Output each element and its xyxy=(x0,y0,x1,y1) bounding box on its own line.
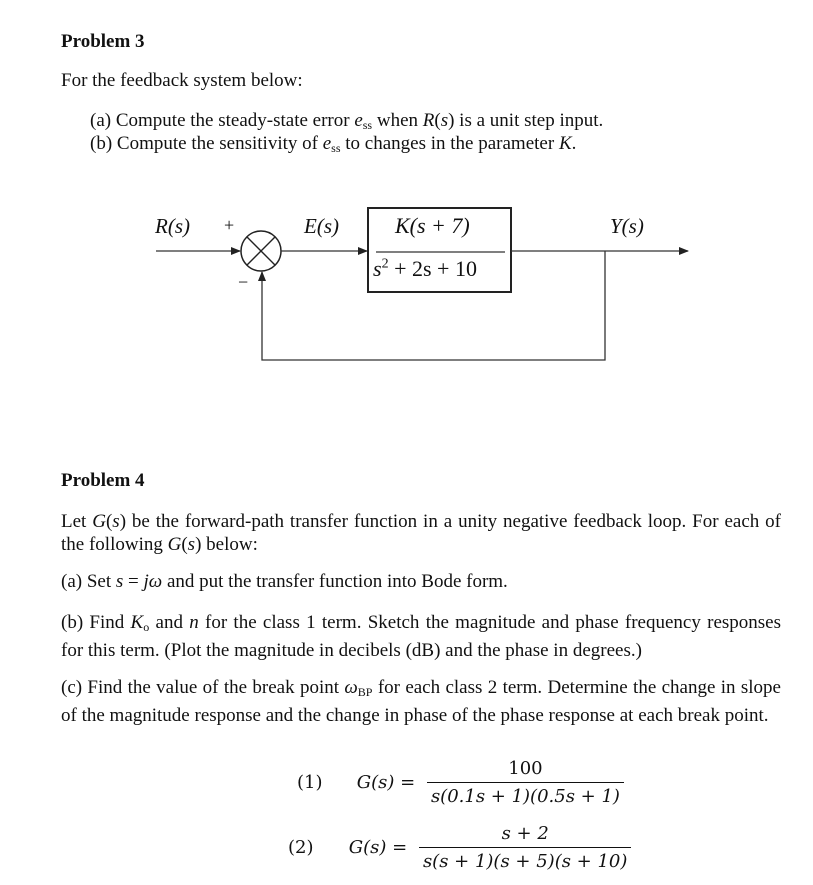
output-label: Y(s) xyxy=(610,214,644,238)
part-text: when xyxy=(372,110,423,131)
error-subscript: ss xyxy=(331,141,341,155)
equation-1: (1) G(s) = 100 s(0.1s + 1)(0.5s + 1) xyxy=(297,758,624,807)
s-variable: s xyxy=(440,110,449,131)
equation-2: (2) G(s) = s + 2 s(s + 1)(s + 5)(s + 10) xyxy=(288,823,632,872)
problem-3-heading: Problem 3 xyxy=(61,31,145,52)
equation-numerator: s + 2 xyxy=(501,823,549,844)
equation-label: (1) xyxy=(297,772,323,793)
block-denominator: s2 + 2s + 10 xyxy=(373,256,477,281)
equation-numerator: 100 xyxy=(508,758,543,779)
problem-4-intro: Let G(s) be the forward-path transfer fu… xyxy=(61,511,781,555)
equation-fraction: 100 s(0.1s + 1)(0.5s + 1) xyxy=(426,758,624,807)
error-variable: e xyxy=(322,133,332,154)
period: . xyxy=(571,133,577,154)
equation-lhs: G(s) = xyxy=(356,772,416,793)
error-label: E(s) xyxy=(304,214,339,238)
input-label: R(s) xyxy=(155,214,190,238)
equation-lhs: G(s) = xyxy=(348,837,408,858)
part-label: (a) xyxy=(90,110,112,131)
problem-4-heading: Problem 4 xyxy=(61,470,145,491)
plus-sign: + xyxy=(224,215,235,235)
error-subscript: ss xyxy=(362,118,373,132)
gain-variable: K xyxy=(558,133,572,154)
equation-denominator: s(s + 1)(s + 5)(s + 10) xyxy=(418,847,632,872)
problem-3-part-b: (b) Compute the sensitivity of ess to ch… xyxy=(90,133,576,156)
problem-3-part-a: (a) Compute the steady-state error ess w… xyxy=(90,110,603,133)
error-variable: e xyxy=(354,110,363,131)
problem-3-intro: For the feedback system below: xyxy=(61,70,303,91)
problem-4-part-a: (a) Set s = jω and put the transfer func… xyxy=(61,571,508,592)
problem-4-part-c: (c) Find the value of the break point ωB… xyxy=(61,677,781,726)
equation-label: (2) xyxy=(288,837,314,858)
minus-sign: − xyxy=(238,272,249,292)
feedback-block-diagram: R(s) + − E(s) Y(s) K(s + 7) s2 + 2s + 10 xyxy=(140,195,700,370)
part-text: Compute the steady-state error xyxy=(115,110,355,131)
equation-fraction: s + 2 s(s + 1)(s + 5)(s + 10) xyxy=(418,823,632,872)
part-label: (b) xyxy=(90,133,113,154)
part-text: ) is a unit step input. xyxy=(448,110,604,131)
part-text: to changes in the parameter xyxy=(340,133,559,154)
problem-4-part-b: (b) Find Ko and n for the class 1 term. … xyxy=(61,612,781,661)
summing-junction xyxy=(240,230,282,272)
equation-denominator: s(0.1s + 1)(0.5s + 1) xyxy=(426,782,624,807)
block-numerator: K(s + 7) xyxy=(395,213,470,238)
part-text: Compute the sensitivity of xyxy=(116,133,323,154)
input-variable: R xyxy=(422,110,435,131)
